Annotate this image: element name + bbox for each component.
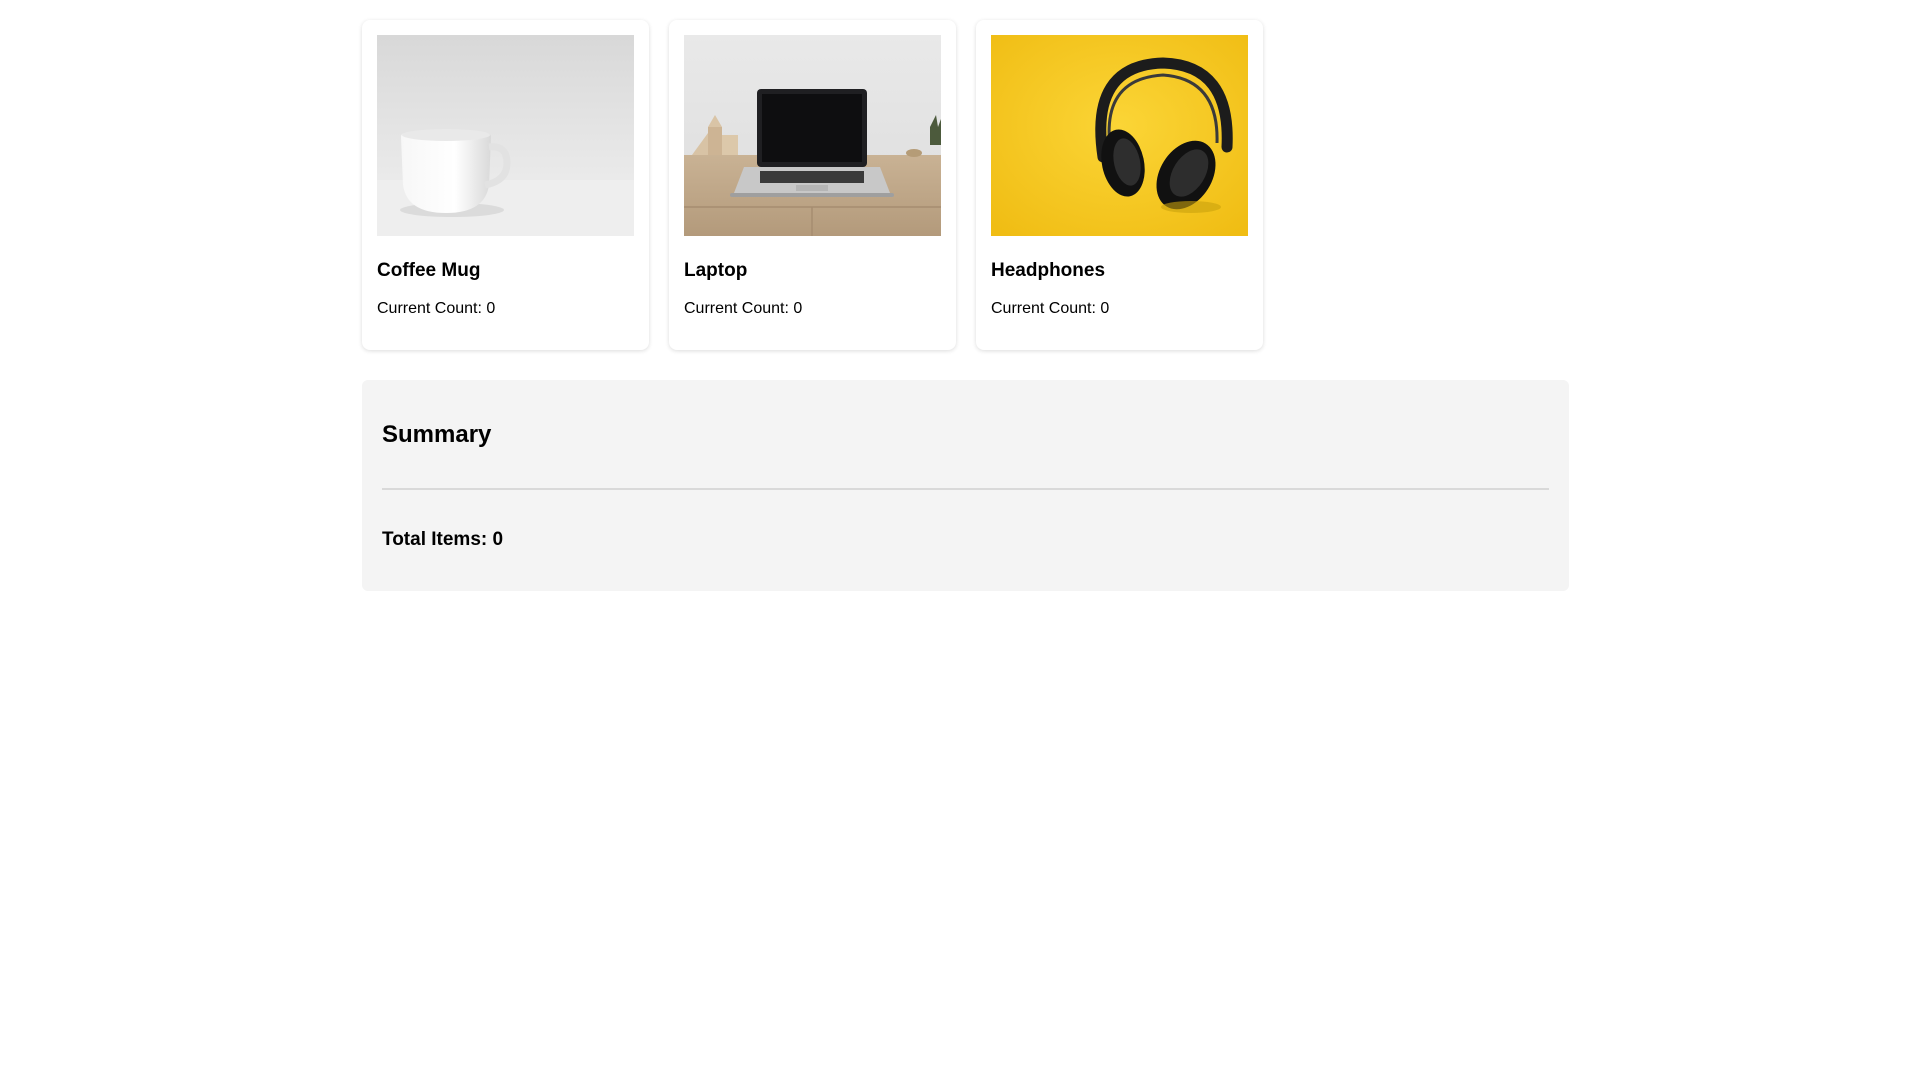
product-count: Current Count: 0 (991, 300, 1110, 317)
summary-panel: Summary Total Items: 0 (362, 380, 1569, 591)
product-count: Current Count: 0 (684, 300, 803, 317)
summary-title: Summary (382, 421, 492, 448)
laptop-image (684, 35, 941, 236)
product-card-headphones: Headphones Current Count: 0 (976, 20, 1263, 350)
product-card-coffee-mug: Coffee Mug Current Count: 0 (362, 20, 649, 350)
page: Coffee Mug Current Count: 0 Laptop Curre… (0, 0, 1920, 1080)
product-name: Coffee Mug (377, 260, 481, 281)
product-grid: Coffee Mug Current Count: 0 Laptop Curre… (362, 20, 1263, 350)
headphones-image (991, 35, 1248, 236)
summary-divider (382, 488, 1549, 490)
product-name: Laptop (684, 260, 748, 281)
product-name: Headphones (991, 260, 1106, 281)
total-items: Total Items: 0 (382, 529, 504, 550)
product-card-laptop: Laptop Current Count: 0 (669, 20, 956, 350)
coffee-mug-image (377, 35, 634, 236)
product-count: Current Count: 0 (377, 300, 496, 317)
